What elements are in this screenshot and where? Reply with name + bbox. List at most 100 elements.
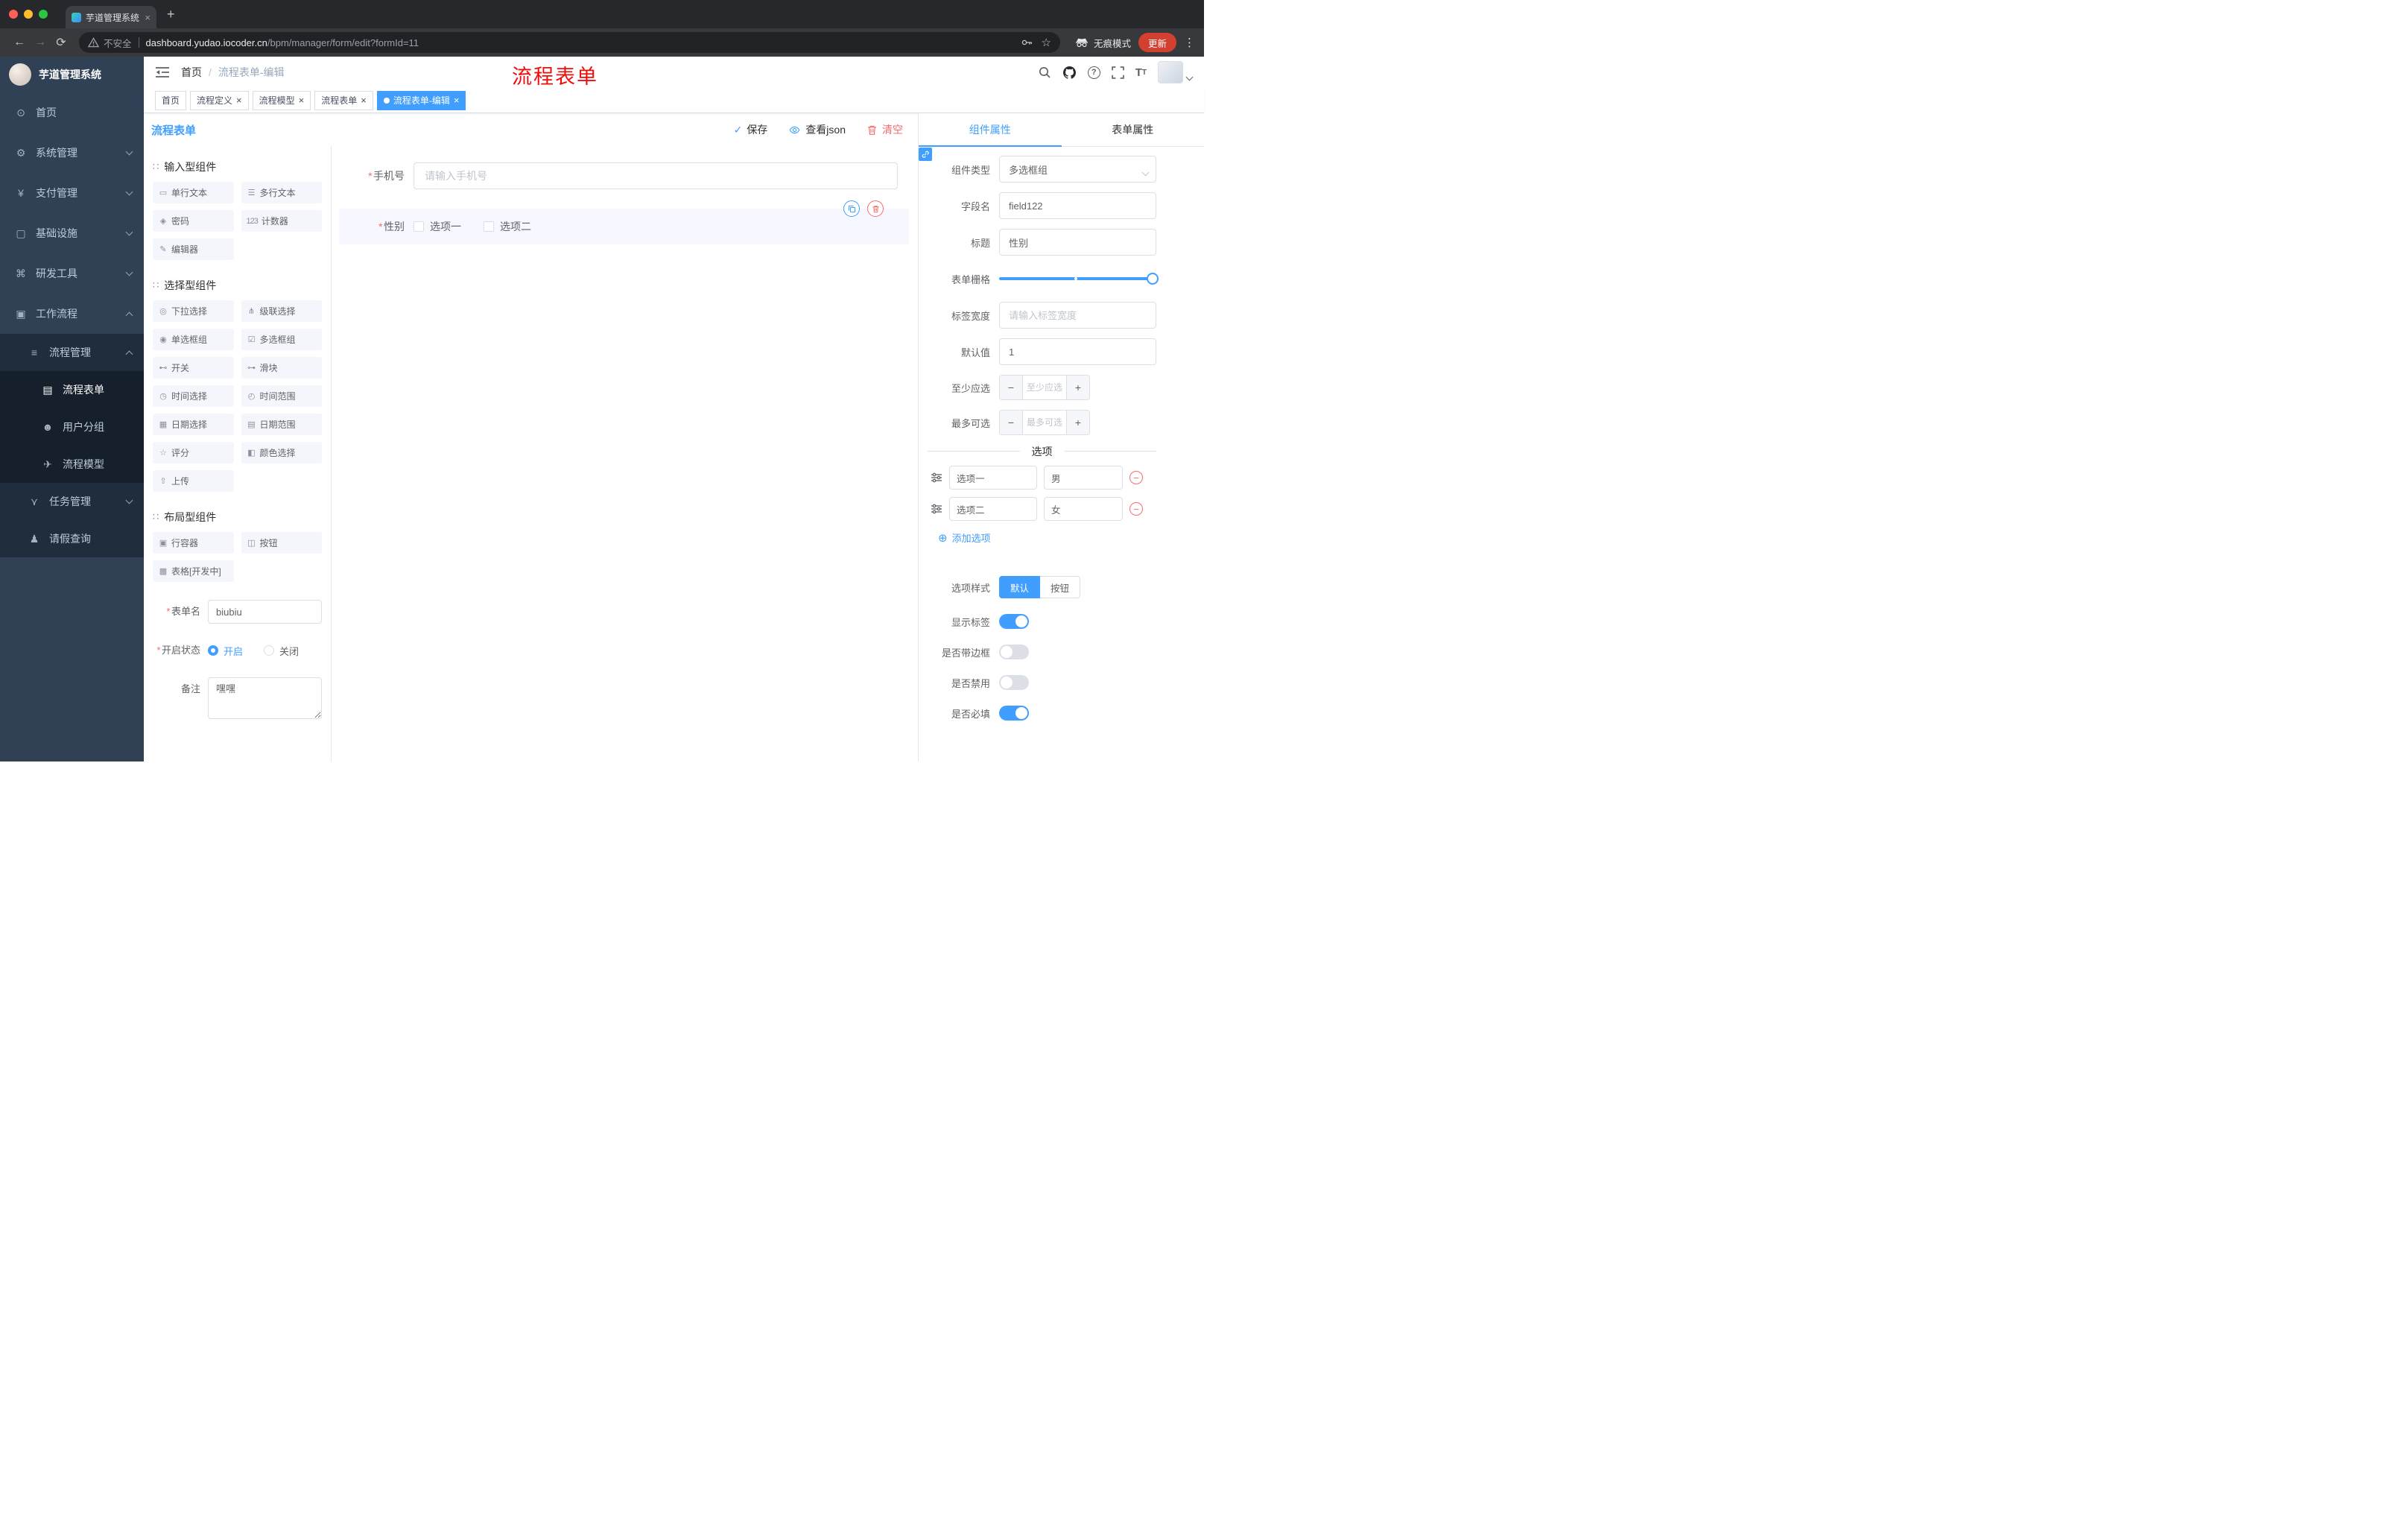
window-zoom-button[interactable] bbox=[39, 10, 48, 19]
canvas-field-phone[interactable]: * 手机号 bbox=[339, 162, 909, 189]
delete-component-icon[interactable] bbox=[867, 200, 884, 217]
close-icon[interactable]: × bbox=[361, 95, 367, 105]
tag-process-definition[interactable]: 流程定义 × bbox=[190, 90, 249, 110]
palette-item[interactable]: ◎ 下拉选择 bbox=[153, 300, 234, 322]
border-toggle[interactable] bbox=[999, 645, 1029, 659]
remove-option-icon[interactable]: − bbox=[1129, 502, 1143, 516]
help-icon[interactable]: ? bbox=[1087, 66, 1100, 79]
disabled-toggle[interactable] bbox=[999, 675, 1029, 690]
sidebar-item-payment[interactable]: ¥ 支付管理 bbox=[0, 173, 144, 213]
sidebar-fold-icon[interactable] bbox=[156, 66, 169, 78]
password-key-icon[interactable] bbox=[1021, 37, 1033, 48]
tag-process-form-edit[interactable]: 流程表单-编辑 × bbox=[376, 90, 466, 110]
sidebar-item-user-group[interactable]: ☻ 用户分组 bbox=[0, 408, 144, 446]
stepper-minus-button[interactable]: − bbox=[1000, 376, 1022, 399]
palette-item[interactable]: 123 计数器 bbox=[241, 210, 322, 232]
palette-item[interactable]: ⋔ 级联选择 bbox=[241, 300, 322, 322]
default-value-input[interactable] bbox=[999, 338, 1156, 365]
palette-item[interactable]: ☑ 多选框组 bbox=[241, 329, 322, 350]
bookmark-star-icon[interactable]: ☆ bbox=[1042, 36, 1051, 49]
sidebar-item-process-form[interactable]: ▤ 流程表单 bbox=[0, 371, 144, 408]
max-select-input[interactable] bbox=[1022, 411, 1067, 434]
close-icon[interactable]: × bbox=[299, 95, 305, 105]
font-size-icon[interactable]: TT bbox=[1135, 66, 1147, 79]
sidebar-item-home[interactable]: ⊙ 首页 bbox=[0, 92, 144, 133]
status-on-radio[interactable]: 开启 bbox=[208, 644, 243, 658]
palette-item[interactable]: ◷ 时间选择 bbox=[153, 385, 234, 407]
breadcrumb-home[interactable]: 首页 bbox=[181, 65, 202, 80]
user-menu[interactable] bbox=[1158, 61, 1194, 83]
clear-button[interactable]: 清空 bbox=[866, 122, 903, 137]
link-icon[interactable] bbox=[919, 148, 932, 161]
reload-icon[interactable]: ⟳ bbox=[51, 35, 72, 50]
palette-item[interactable]: ⇧ 上传 bbox=[153, 470, 234, 492]
palette-item[interactable]: ▭ 单行文本 bbox=[153, 182, 234, 203]
tab-close-icon[interactable]: × bbox=[145, 12, 150, 23]
github-icon[interactable] bbox=[1062, 66, 1077, 80]
app-logo[interactable]: 芋道管理系统 bbox=[0, 57, 144, 92]
option2-value-input[interactable] bbox=[1044, 497, 1123, 521]
palette-item[interactable]: ▣ 行容器 bbox=[153, 532, 234, 554]
tag-process-model[interactable]: 流程模型 × bbox=[252, 90, 311, 110]
sidebar-item-workflow[interactable]: ▣ 工作流程 bbox=[0, 294, 144, 334]
save-button[interactable]: ✓ 保存 bbox=[734, 122, 768, 137]
tab-form-props[interactable]: 表单属性 bbox=[1062, 113, 1205, 146]
option1-value-input[interactable] bbox=[1044, 466, 1123, 490]
required-toggle[interactable] bbox=[999, 706, 1029, 721]
browser-tab[interactable]: 芋道管理系统 × bbox=[66, 6, 156, 28]
palette-item[interactable]: ☆ 评分 bbox=[153, 442, 234, 463]
palette-item[interactable]: ◴ 时间范围 bbox=[241, 385, 322, 407]
palette-item[interactable]: ▤ 日期范围 bbox=[241, 414, 322, 435]
field-name-input[interactable] bbox=[999, 192, 1156, 219]
sidebar-item-process-model[interactable]: ✈ 流程模型 bbox=[0, 446, 144, 483]
palette-item[interactable]: ◫ 按钮 bbox=[241, 532, 322, 554]
copy-component-icon[interactable] bbox=[843, 200, 860, 217]
canvas-field-gender-selected[interactable]: * 性别 选项一 选项二 bbox=[339, 200, 909, 244]
drag-handle-icon[interactable] bbox=[931, 503, 942, 515]
browser-menu-icon[interactable]: ⋮ bbox=[1184, 36, 1195, 49]
sidebar-item-devtools[interactable]: ⌘ 研发工具 bbox=[0, 253, 144, 294]
palette-item[interactable]: ✎ 编辑器 bbox=[153, 238, 234, 260]
label-width-input[interactable] bbox=[999, 302, 1156, 329]
min-select-input[interactable] bbox=[1022, 376, 1067, 399]
new-tab-button[interactable]: + bbox=[167, 7, 175, 22]
title-input[interactable] bbox=[999, 229, 1156, 256]
search-icon[interactable] bbox=[1038, 66, 1051, 79]
add-option-button[interactable]: ⊕ 添加选项 bbox=[938, 531, 1156, 545]
option2-name-input[interactable] bbox=[949, 497, 1037, 521]
form-canvas[interactable]: * 手机号 请输入手机号 * 性别 选项一 选项二 bbox=[332, 146, 918, 762]
gender-option2-checkbox[interactable]: 选项二 bbox=[484, 219, 531, 234]
status-off-radio[interactable]: 关闭 bbox=[264, 644, 299, 658]
update-button[interactable]: 更新 bbox=[1138, 33, 1176, 52]
slider-handle[interactable] bbox=[1147, 273, 1159, 285]
palette-item[interactable]: ☰ 多行文本 bbox=[241, 182, 322, 203]
palette-item[interactable]: ◧ 颜色选择 bbox=[241, 442, 322, 463]
style-button-button[interactable]: 按钮 bbox=[1040, 576, 1081, 598]
back-icon[interactable]: ← bbox=[9, 36, 30, 49]
palette-item[interactable]: ⊶ 滑块 bbox=[241, 357, 322, 379]
sidebar-item-task-mgmt[interactable]: ⋎ 任务管理 bbox=[0, 483, 144, 520]
palette-item[interactable]: ▩ 表格[开发中] bbox=[153, 560, 234, 582]
palette-item[interactable]: ▦ 日期选择 bbox=[153, 414, 234, 435]
style-default-button[interactable]: 默认 bbox=[999, 576, 1041, 598]
close-icon[interactable]: × bbox=[454, 95, 460, 105]
stepper-plus-button[interactable]: + bbox=[1067, 411, 1089, 434]
tag-process-form[interactable]: 流程表单 × bbox=[314, 90, 373, 110]
sidebar-item-system[interactable]: ⚙ 系统管理 bbox=[0, 133, 144, 173]
stepper-minus-button[interactable]: − bbox=[1000, 411, 1022, 434]
fullscreen-icon[interactable] bbox=[1111, 66, 1124, 79]
phone-input[interactable] bbox=[414, 162, 898, 189]
stepper-plus-button[interactable]: + bbox=[1067, 376, 1089, 399]
window-minimize-button[interactable] bbox=[24, 10, 33, 19]
grid-slider[interactable] bbox=[999, 265, 1159, 292]
forward-icon[interactable]: → bbox=[30, 36, 51, 49]
sidebar-item-infra[interactable]: ▢ 基础设施 bbox=[0, 213, 144, 253]
palette-item[interactable]: ◈ 密码 bbox=[153, 210, 234, 232]
tab-component-props[interactable]: 组件属性 bbox=[919, 113, 1062, 147]
address-bar[interactable]: 不安全 dashboard.yudao.iocoder.cn /bpm/mana… bbox=[79, 32, 1060, 53]
palette-item[interactable]: ◉ 单选框组 bbox=[153, 329, 234, 350]
view-json-button[interactable]: 查看json bbox=[788, 122, 846, 137]
show-label-toggle[interactable] bbox=[999, 614, 1029, 629]
component-type-select[interactable]: 多选框组 bbox=[999, 156, 1156, 183]
sidebar-item-process-mgmt[interactable]: ≡ 流程管理 bbox=[0, 334, 144, 371]
